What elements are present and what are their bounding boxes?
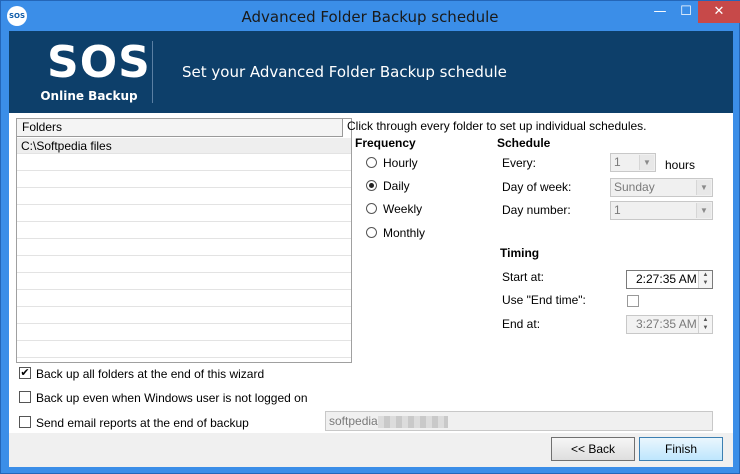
header-banner: SOS Online Backup Set your Advanced Fold… <box>9 31 733 113</box>
banner-divider <box>152 41 153 103</box>
close-button[interactable]: ✕ <box>698 1 740 23</box>
empty-row <box>17 308 351 324</box>
empty-row <box>17 172 351 188</box>
empty-row <box>17 155 351 171</box>
end-at-label: End at: <box>502 317 541 331</box>
end-time-spinner[interactable]: ▲ ▼ <box>698 316 712 333</box>
day-of-week-value: Sunday <box>614 180 655 194</box>
app-window: SOS Advanced Folder Backup schedule — ☐ … <box>0 0 740 474</box>
use-end-time-checkbox[interactable] <box>627 295 639 307</box>
empty-row <box>17 342 351 358</box>
end-time-value: 3:27:35 AM <box>636 317 697 331</box>
spin-up-icon[interactable]: ▲ <box>703 272 709 278</box>
check-icon: ✔ <box>20 367 30 379</box>
email-input-value: softpedia <box>329 414 378 428</box>
minimize-button[interactable]: — <box>647 1 673 23</box>
day-number-select[interactable]: 1 ▼ <box>610 201 713 220</box>
chevron-down-icon[interactable]: ▼ <box>696 203 711 218</box>
empty-row <box>17 325 351 341</box>
backup-logged-off-label[interactable]: Back up even when Windows user is not lo… <box>36 391 308 405</box>
radio-daily-label[interactable]: Daily <box>383 179 410 193</box>
empty-row <box>17 257 351 273</box>
finish-button[interactable]: Finish <box>639 437 723 461</box>
empty-row <box>17 223 351 239</box>
folders-column-header[interactable]: Folders <box>17 119 343 137</box>
radio-hourly-label[interactable]: Hourly <box>383 156 418 170</box>
start-time-spinner[interactable]: ▲ ▼ <box>698 271 712 288</box>
empty-row <box>17 206 351 222</box>
email-reports-label[interactable]: Send email reports at the end of backup <box>36 416 249 430</box>
radio-hourly[interactable] <box>366 157 377 168</box>
every-unit-label: hours <box>665 158 696 172</box>
timing-heading: Timing <box>500 246 540 260</box>
empty-row <box>17 274 351 290</box>
wizard-content: Folders C:\Softpedia files Click through… <box>9 113 733 433</box>
maximize-button[interactable]: ☐ <box>673 1 699 23</box>
start-at-label: Start at: <box>502 270 545 284</box>
end-time-picker[interactable]: 3:27:35 AM ▲ ▼ <box>626 315 713 334</box>
use-end-time-label: Use "End time": <box>502 293 586 307</box>
day-of-week-select[interactable]: Sunday ▼ <box>610 178 713 197</box>
empty-row <box>17 189 351 205</box>
backup-logged-off-checkbox[interactable] <box>19 391 31 403</box>
day-of-week-label: Day of week: <box>502 180 572 194</box>
radio-weekly[interactable] <box>366 203 377 214</box>
online-backup-logo-text: Online Backup <box>40 89 138 103</box>
frequency-heading: Frequency <box>355 136 416 150</box>
empty-row <box>17 240 351 256</box>
folders-list[interactable]: Folders C:\Softpedia files <box>16 118 352 363</box>
back-button[interactable]: << Back <box>551 437 635 461</box>
folder-row[interactable]: C:\Softpedia files <box>17 138 351 154</box>
day-number-value: 1 <box>614 203 621 217</box>
radio-monthly-label[interactable]: Monthly <box>383 226 425 240</box>
day-number-label: Day number: <box>502 203 571 217</box>
backup-all-checkbox[interactable]: ✔ <box>19 367 31 379</box>
spin-up-icon[interactable]: ▲ <box>703 317 709 323</box>
radio-daily[interactable] <box>366 180 377 191</box>
chevron-down-icon[interactable]: ▼ <box>696 180 711 195</box>
start-time-value: 2:27:35 AM <box>636 272 697 286</box>
start-time-picker[interactable]: 2:27:35 AM ▲ ▼ <box>626 270 713 289</box>
radio-monthly[interactable] <box>366 227 377 238</box>
backup-all-label[interactable]: Back up all folders at the end of this w… <box>36 367 264 381</box>
email-reports-checkbox[interactable] <box>19 416 31 428</box>
radio-weekly-label[interactable]: Weekly <box>383 202 422 216</box>
instructions-text: Click through every folder to set up ind… <box>347 119 647 133</box>
banner-heading: Set your Advanced Folder Backup schedule <box>182 63 507 81</box>
spin-down-icon[interactable]: ▼ <box>703 280 709 286</box>
sos-logo: SOS <box>47 37 151 88</box>
window-title: Advanced Folder Backup schedule <box>241 8 499 26</box>
every-select[interactable]: 1 ▼ <box>610 153 656 172</box>
redacted-text <box>377 415 448 428</box>
every-label: Every: <box>502 156 537 170</box>
schedule-heading: Schedule <box>497 136 551 150</box>
chevron-down-icon[interactable]: ▼ <box>639 155 654 170</box>
title-bar[interactable]: SOS Advanced Folder Backup schedule — ☐ … <box>1 1 740 31</box>
empty-row <box>17 291 351 307</box>
button-bar: << Back Finish <box>9 433 733 467</box>
every-value: 1 <box>614 155 621 169</box>
spin-down-icon[interactable]: ▼ <box>703 325 709 331</box>
email-input[interactable]: softpedia <box>325 411 713 431</box>
